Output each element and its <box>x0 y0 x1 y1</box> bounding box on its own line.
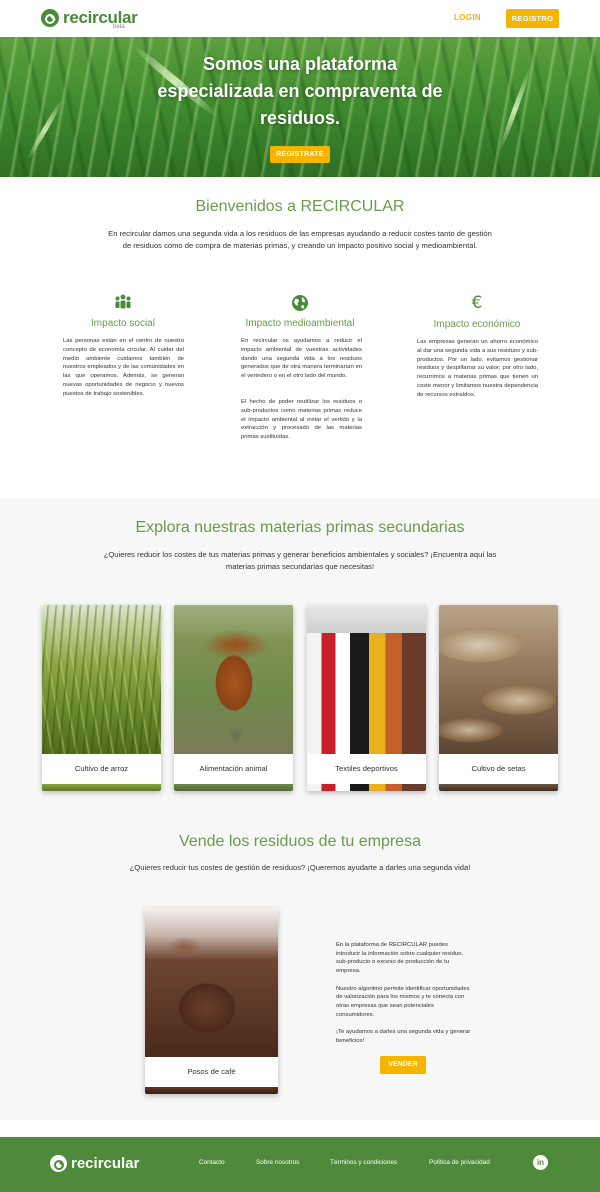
explore-subtitle: ¿Quieres reducir los costes de tus mater… <box>103 550 497 571</box>
footer-link-contact[interactable]: Contacto <box>199 1159 225 1166</box>
site-header: recircular beta LOGIN REGISTRO <box>0 0 600 37</box>
hero-register-button[interactable]: REGISTRATE <box>270 146 330 163</box>
logo-text: recircular <box>63 8 138 27</box>
feature-text: En recircular os ayudamos a reducir el i… <box>241 338 362 380</box>
textiles-image <box>307 605 426 754</box>
feature-title: Impacto medioambiental <box>245 318 355 329</box>
euro-icon: € <box>471 293 483 313</box>
sell-paragraph: En la plataforma de RECIRCULAR puedes in… <box>336 942 464 975</box>
footer-link-privacy[interactable]: Política de privacidad <box>429 1159 490 1166</box>
login-link[interactable]: LOGIN <box>454 13 481 22</box>
card-label: Posos de café <box>187 1067 236 1076</box>
footer-link-about[interactable]: Sobre nosotros <box>256 1159 299 1166</box>
feature-text: Las empresas generan un ahorro económico… <box>417 339 538 398</box>
card-strip <box>145 1087 278 1094</box>
sell-paragraph: ¡Te ayudamos a darles una segunda vida y… <box>336 1029 471 1044</box>
rice-image <box>42 605 161 754</box>
clothes-rail-decoration <box>307 605 426 633</box>
material-card-mushrooms[interactable]: Cultivo de setas <box>439 605 558 791</box>
card-strip <box>174 784 293 791</box>
card-label: Cultivo de arroz <box>42 754 161 784</box>
logo-icon <box>50 1155 67 1172</box>
cow-image <box>174 605 293 754</box>
grass-blade-decoration <box>497 66 533 153</box>
feature-text-2: El hecho de poder reutilizar los residuo… <box>241 399 362 441</box>
card-label: Alimentación animal <box>174 754 293 784</box>
hero-title: Somos una plataforma especializada en co… <box>157 54 443 128</box>
coffee-grounds-card[interactable]: Posos de café <box>145 908 278 1094</box>
sell-paragraph: Nuestro algoritmo permite identificar op… <box>336 985 470 1018</box>
register-button[interactable]: REGISTRO <box>506 9 559 28</box>
card-strip <box>307 784 426 791</box>
explore-title: Explora nuestras materias primas secunda… <box>135 519 465 536</box>
sell-title: Vende los residuos de tu empresa <box>179 833 421 850</box>
feature-text: Las personas están en el centro de nuest… <box>63 338 184 397</box>
material-card-textiles[interactable]: Textiles deportivos <box>307 605 426 791</box>
hero-banner: Somos una plataforma especializada en co… <box>0 37 600 177</box>
sell-button[interactable]: VENDER <box>380 1056 426 1074</box>
welcome-title: Bienvenidos a RECIRCULAR <box>195 198 405 215</box>
linkedin-icon[interactable]: in <box>533 1155 548 1170</box>
sell-description: En la plataforma de RECIRCULAR puedes in… <box>336 941 471 1054</box>
card-strip <box>439 784 558 791</box>
people-icon <box>113 292 133 312</box>
globe-icon <box>290 293 310 313</box>
footer-link-terms[interactable]: Términos y condiciones <box>330 1159 397 1166</box>
feature-title: Impacto económico <box>433 319 521 330</box>
footer-logo-text: recircular <box>71 1155 140 1172</box>
logo-beta-label: beta <box>113 24 125 30</box>
footer-logo[interactable]: recircular <box>50 1155 139 1172</box>
card-strip <box>42 784 161 791</box>
material-card-animal-feed[interactable]: Alimentación animal <box>174 605 293 791</box>
material-card-rice[interactable]: Cultivo de arroz <box>42 605 161 791</box>
sell-subtitle: ¿Quieres reducir tus costes de gestión d… <box>129 863 471 872</box>
site-footer: recircular <box>0 1137 600 1192</box>
explore-section-background <box>0 497 600 1120</box>
logo-icon <box>41 9 59 27</box>
logo[interactable]: recircular beta <box>41 8 138 30</box>
feature-title: Impacto social <box>91 318 155 329</box>
welcome-text: En recircular damos una segunda vida a l… <box>108 229 492 250</box>
grass-blade-decoration <box>25 97 65 162</box>
card-label: Textiles deportivos <box>307 754 426 784</box>
card-label: Cultivo de setas <box>439 754 558 784</box>
coffee-grounds-image <box>145 908 278 1057</box>
mushroom-image <box>439 605 558 754</box>
